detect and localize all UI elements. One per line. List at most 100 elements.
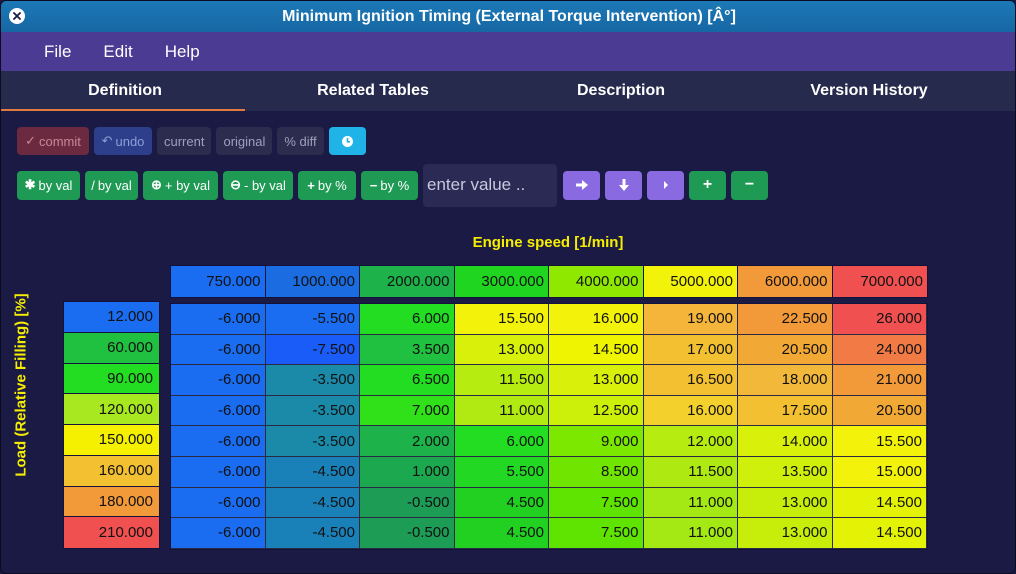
multiply-by-value-button[interactable]: ✱ by val	[17, 170, 80, 200]
interpolate-button[interactable]	[647, 170, 684, 200]
x-axis-cell[interactable]: 5000.000	[643, 266, 738, 297]
fill-right-button[interactable]	[563, 170, 600, 200]
subtract-by-value-button[interactable]: ⊖ - by val	[223, 170, 293, 200]
table-cell[interactable]: 4.500	[454, 518, 549, 549]
history-button[interactable]	[328, 127, 366, 155]
table-cell[interactable]: 16.000	[549, 304, 644, 335]
undo-button[interactable]: ↶ undo	[94, 127, 152, 155]
table-cell[interactable]: -4.500	[265, 487, 360, 519]
table-cell[interactable]: 11.000	[643, 487, 738, 519]
table-cell[interactable]: 6.500	[360, 365, 455, 396]
value-input[interactable]	[423, 163, 557, 207]
table-cell[interactable]: 11.000	[643, 518, 738, 549]
x-axis-cell[interactable]: 3000.000	[454, 266, 549, 297]
tab-definition[interactable]: Definition	[1, 71, 249, 111]
menu-help[interactable]: Help	[165, 42, 200, 62]
table-cell[interactable]: 13.000	[738, 487, 833, 519]
table-cell[interactable]: 17.500	[738, 395, 833, 427]
table-cell[interactable]: 13.000	[549, 365, 644, 396]
x-axis-cell[interactable]: 6000.000	[738, 266, 833, 297]
table-cell[interactable]: 14.500	[832, 518, 927, 549]
y-axis-cell[interactable]: 150.000	[64, 425, 159, 456]
table-cell[interactable]: -3.500	[265, 395, 360, 427]
original-button[interactable]: original	[216, 127, 273, 155]
table-cell[interactable]: -5.500	[265, 304, 360, 335]
table-cell[interactable]: 18.000	[738, 365, 833, 396]
table-cell[interactable]: -3.500	[265, 365, 360, 396]
add-by-value-button[interactable]: ⊕ + by val	[143, 170, 218, 200]
table-cell[interactable]: 11.500	[454, 365, 549, 396]
table-cell[interactable]: -6.000	[171, 456, 266, 488]
table-cell[interactable]: 12.000	[643, 426, 738, 457]
table-cell[interactable]: 14.000	[738, 426, 833, 457]
table-cell[interactable]: -6.000	[171, 487, 266, 519]
table-cell[interactable]: -6.000	[171, 426, 266, 457]
table-cell[interactable]: 2.000	[360, 426, 455, 457]
divide-by-value-button[interactable]: / by val	[85, 170, 138, 200]
table-cell[interactable]: -6.000	[171, 395, 266, 427]
table-cell[interactable]: 17.000	[643, 334, 738, 366]
table-cell[interactable]: 11.500	[643, 456, 738, 488]
table-cell[interactable]: 21.000	[832, 365, 927, 396]
table-cell[interactable]: 6.000	[360, 304, 455, 335]
increment-button[interactable]: +	[689, 170, 726, 200]
table-cell[interactable]: -4.500	[265, 456, 360, 488]
table-cell[interactable]: 15.500	[454, 304, 549, 335]
percent-diff-button[interactable]: % diff	[277, 127, 324, 155]
fill-down-button[interactable]	[605, 170, 642, 200]
table-cell[interactable]: -4.500	[265, 518, 360, 549]
y-axis-cell[interactable]: 160.000	[64, 455, 159, 487]
tab-description[interactable]: Description	[497, 71, 745, 111]
table-cell[interactable]: 3.500	[360, 334, 455, 366]
table-cell[interactable]: 14.500	[832, 487, 927, 519]
table-cell[interactable]: 26.000	[832, 304, 927, 335]
table-cell[interactable]: -6.000	[171, 304, 266, 335]
table-cell[interactable]: 5.500	[454, 456, 549, 488]
table-cell[interactable]: 13.500	[738, 456, 833, 488]
table-cell[interactable]: 7.500	[549, 487, 644, 519]
table-cell[interactable]: 15.000	[832, 456, 927, 488]
table-cell[interactable]: -7.500	[265, 334, 360, 366]
y-axis-cell[interactable]: 210.000	[64, 517, 159, 548]
y-axis-cell[interactable]: 90.000	[64, 363, 159, 395]
x-axis-cell[interactable]: 4000.000	[549, 266, 644, 297]
table-cell[interactable]: 20.500	[832, 395, 927, 427]
table-cell[interactable]: -6.000	[171, 334, 266, 366]
table-cell[interactable]: 7.000	[360, 395, 455, 427]
current-button[interactable]: current	[157, 127, 212, 155]
table-cell[interactable]: -3.500	[265, 426, 360, 457]
table-cell[interactable]: 15.500	[832, 426, 927, 457]
menu-edit[interactable]: Edit	[103, 42, 132, 62]
table-cell[interactable]: -0.500	[360, 487, 455, 519]
x-axis-cell[interactable]: 750.000	[171, 266, 266, 297]
table-cell[interactable]: 4.500	[454, 487, 549, 519]
table-cell[interactable]: -0.500	[360, 518, 455, 549]
table-cell[interactable]: 14.500	[549, 334, 644, 366]
decrement-button[interactable]: −	[731, 170, 768, 200]
increase-by-percent-button[interactable]: + by %	[298, 170, 356, 200]
table-cell[interactable]: 19.000	[643, 304, 738, 335]
x-axis-cell[interactable]: 7000.000	[832, 266, 927, 297]
y-axis-cell[interactable]: 12.000	[64, 302, 159, 333]
table-cell[interactable]: 6.000	[454, 426, 549, 457]
decrease-by-percent-button[interactable]: − by %	[361, 170, 418, 200]
table-cell[interactable]: 12.500	[549, 395, 644, 427]
table-cell[interactable]: 8.500	[549, 456, 644, 488]
table-cell[interactable]: -6.000	[171, 518, 266, 549]
table-cell[interactable]: 22.500	[738, 304, 833, 335]
table-cell[interactable]: -6.000	[171, 365, 266, 396]
table-cell[interactable]: 16.000	[643, 395, 738, 427]
y-axis-cell[interactable]: 60.000	[64, 332, 159, 364]
y-axis-cell[interactable]: 180.000	[64, 486, 159, 518]
table-cell[interactable]: 1.000	[360, 456, 455, 488]
table-cell[interactable]: 9.000	[549, 426, 644, 457]
table-cell[interactable]: 16.500	[643, 365, 738, 396]
close-icon[interactable]	[9, 8, 25, 24]
x-axis-cell[interactable]: 2000.000	[360, 266, 455, 297]
menu-file[interactable]: File	[44, 42, 71, 62]
table-cell[interactable]: 11.000	[454, 395, 549, 427]
tab-related-tables[interactable]: Related Tables	[249, 71, 497, 111]
table-cell[interactable]: 13.000	[738, 518, 833, 549]
x-axis-cell[interactable]: 1000.000	[265, 266, 360, 297]
table-cell[interactable]: 24.000	[832, 334, 927, 366]
